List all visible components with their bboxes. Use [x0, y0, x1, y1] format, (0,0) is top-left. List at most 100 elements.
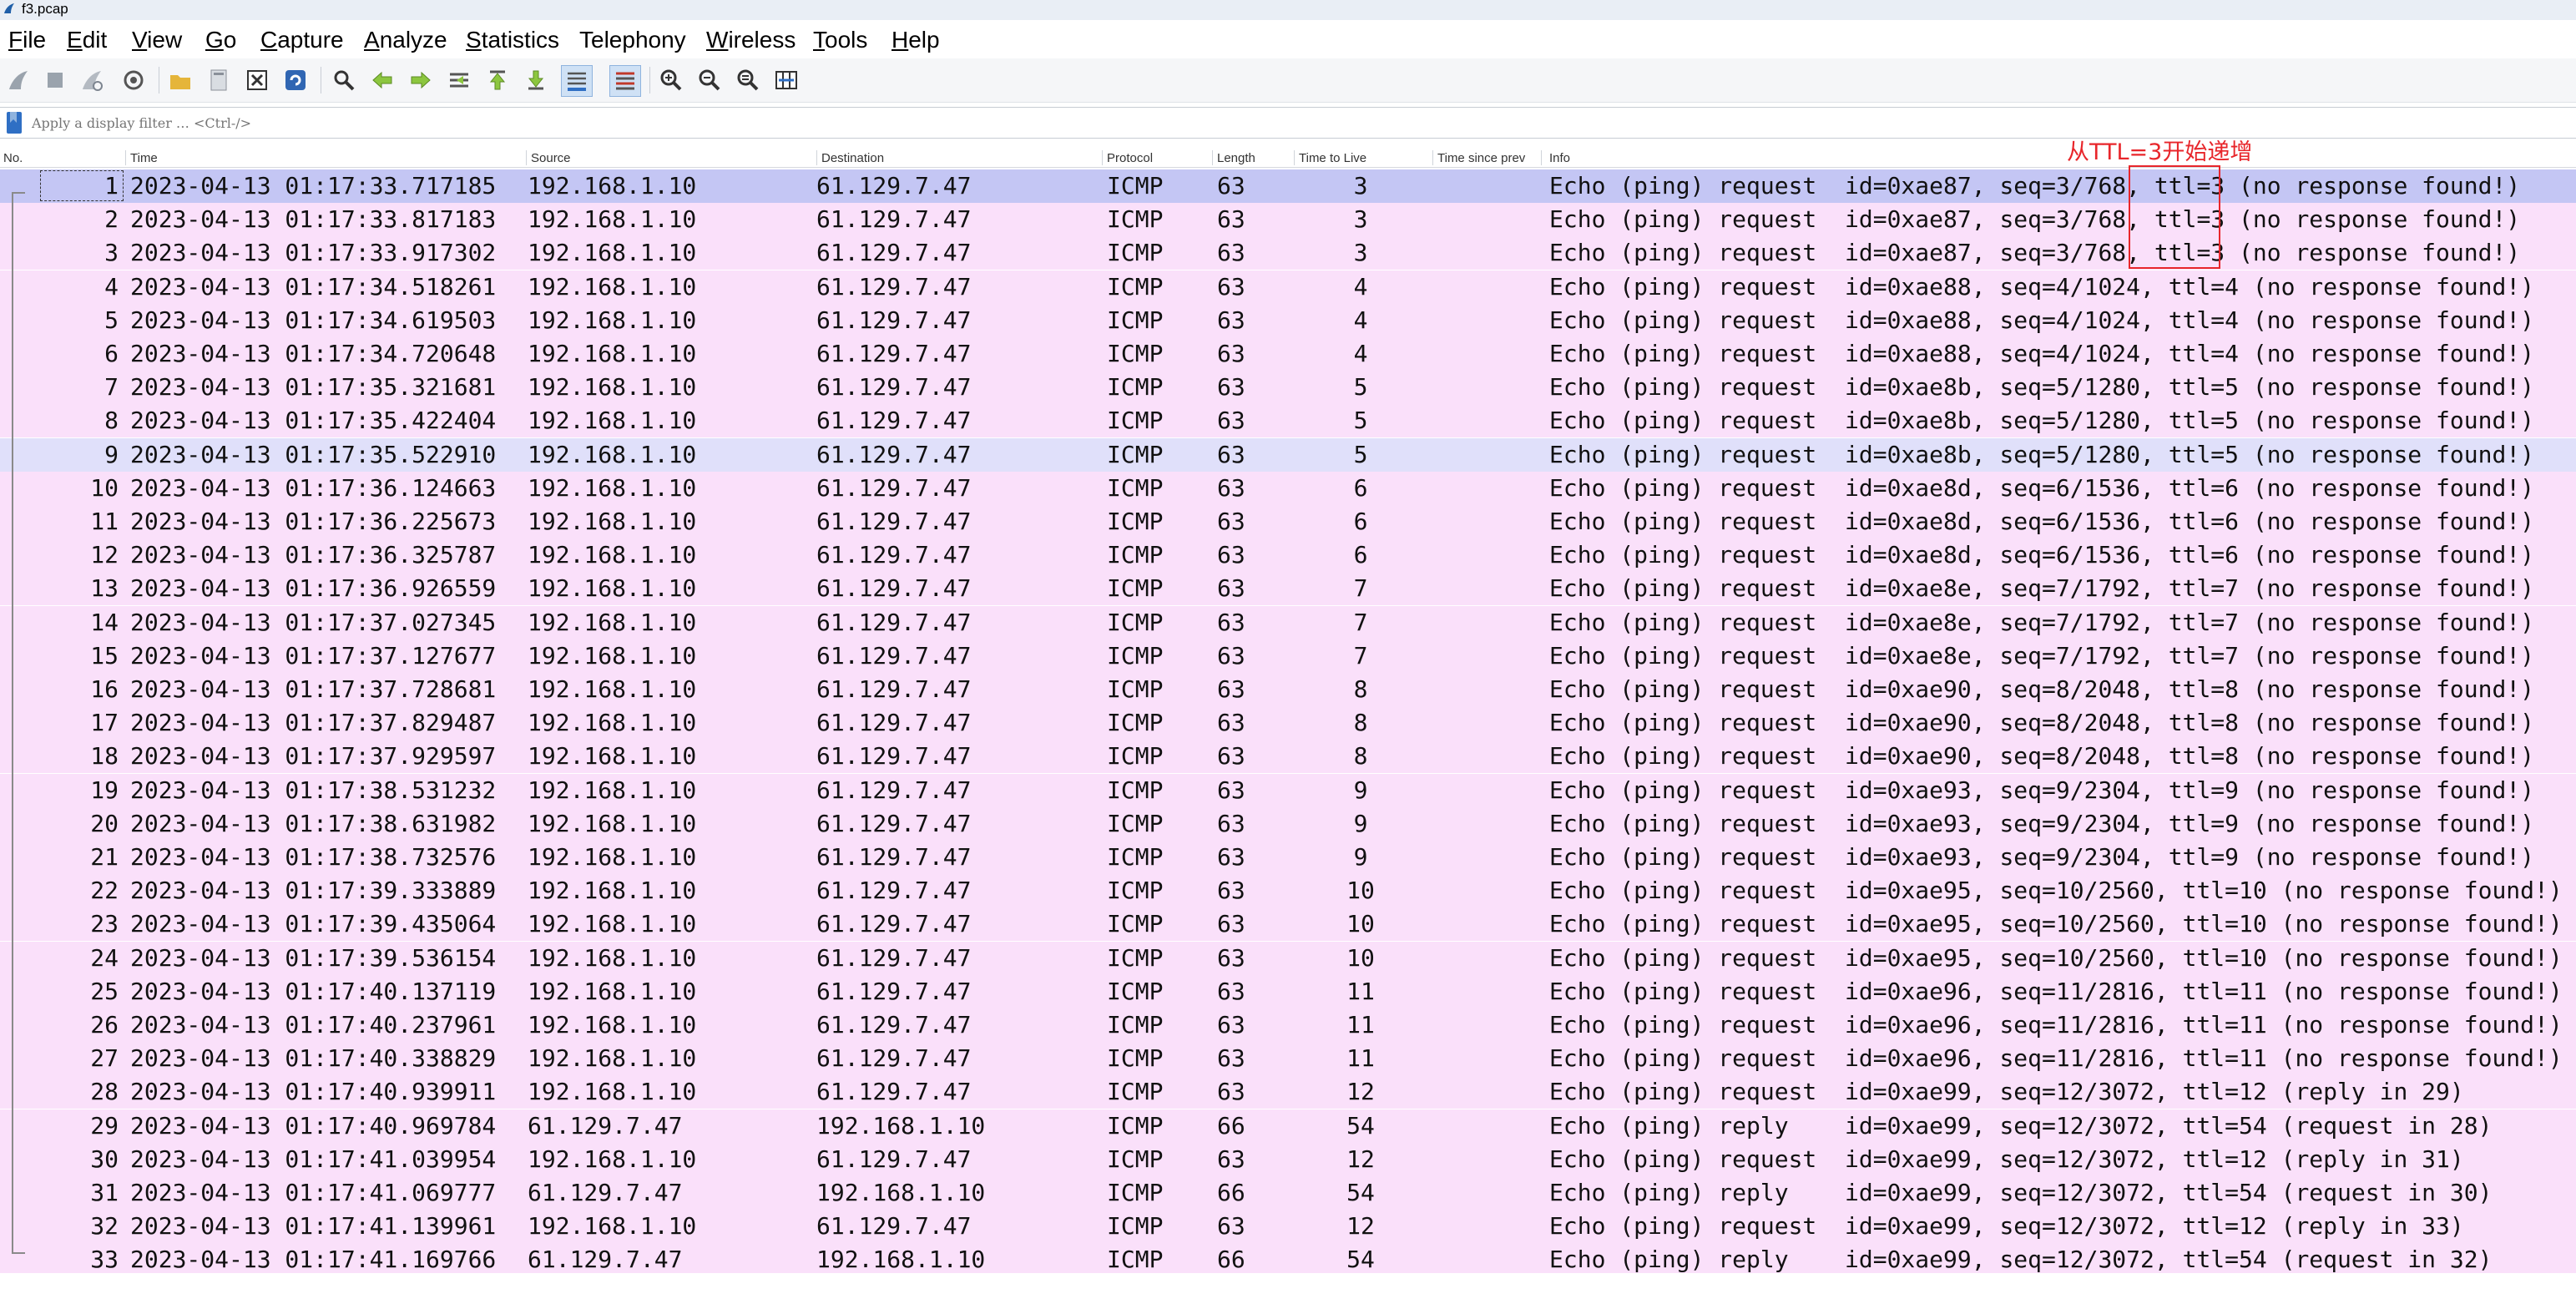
zoom-out-icon[interactable]: [695, 65, 725, 95]
packet-time: 2023-04-13 01:17:40.939911: [130, 1078, 497, 1105]
packet-ttl: 9: [1353, 843, 1368, 871]
start-capture-fin-icon[interactable]: [3, 65, 33, 95]
menu-view[interactable]: View: [132, 27, 182, 53]
packet-row[interactable]: 18 2023-04-13 01:17:37.929597 192.168.1.10…: [0, 740, 2576, 773]
go-forward-arrow-icon[interactable]: [406, 65, 436, 95]
packet-row[interactable]: 23 2023-04-13 01:17:39.435064 192.168.1.10…: [0, 907, 2576, 941]
packet-row[interactable]: 21 2023-04-13 01:17:38.732576 192.168.1.10…: [0, 841, 2576, 874]
save-file-icon[interactable]: [204, 65, 234, 95]
packet-time: 2023-04-13 01:17:39.536154: [130, 944, 497, 972]
menu-telephony[interactable]: Telephony: [579, 27, 686, 53]
packet-number: 6: [104, 340, 119, 367]
packet-row[interactable]: 16 2023-04-13 01:17:37.728681 192.168.1.10…: [0, 673, 2576, 706]
packet-row[interactable]: 25 2023-04-13 01:17:40.137119 192.168.1.10…: [0, 975, 2576, 1008]
packet-row[interactable]: 13 2023-04-13 01:17:36.926559 192.168.1.10…: [0, 572, 2576, 605]
packet-info: Echo (ping) request id=0xae99, seq=12/30…: [1549, 1145, 2464, 1173]
menu-go[interactable]: Go: [205, 27, 236, 53]
packet-row[interactable]: 27 2023-04-13 01:17:40.338829 192.168.1.10…: [0, 1042, 2576, 1075]
column-header-protocol[interactable]: Protocol: [1107, 151, 1207, 165]
packet-row[interactable]: 6 2023-04-13 01:17:34.720648 192.168.1.10 6…: [0, 337, 2576, 371]
packet-row[interactable]: 12 2023-04-13 01:17:36.325787 192.168.1.10…: [0, 538, 2576, 572]
title-bar: f3.pcap: [0, 0, 2576, 20]
column-header-info[interactable]: Info: [1549, 151, 1800, 165]
packet-length: 63: [1217, 944, 1245, 972]
column-header-source[interactable]: Source: [531, 151, 815, 165]
menu-analyze[interactable]: Analyze: [364, 27, 447, 53]
packet-number: 17: [90, 709, 119, 736]
packet-source: 192.168.1.10: [528, 574, 697, 602]
menu-accelerator: S: [466, 27, 482, 53]
packet-info: Echo (ping) request id=0xae90, seq=8/204…: [1549, 675, 2535, 703]
find-packet-search-icon[interactable]: [329, 65, 359, 95]
menu-wireless[interactable]: Wireless: [706, 27, 796, 53]
packet-row[interactable]: 14 2023-04-13 01:17:37.027345 192.168.1.10…: [0, 606, 2576, 639]
menu-edit[interactable]: Edit: [67, 27, 107, 53]
packet-row[interactable]: 15 2023-04-13 01:17:37.127677 192.168.1.10…: [0, 639, 2576, 673]
packet-protocol: ICMP: [1107, 1011, 1164, 1039]
open-file-folder-icon[interactable]: [165, 65, 195, 95]
packet-destination: 192.168.1.10: [816, 1179, 986, 1206]
packet-row[interactable]: 17 2023-04-13 01:17:37.829487 192.168.1.10…: [0, 706, 2576, 740]
packet-row[interactable]: 7 2023-04-13 01:17:35.321681 192.168.1.10 6…: [0, 371, 2576, 404]
reload-file-icon[interactable]: [280, 65, 311, 95]
packet-ttl: 7: [1353, 609, 1368, 636]
packet-time: 2023-04-13 01:17:38.631982: [130, 810, 497, 837]
column-header-ttl[interactable]: Time to Live: [1299, 151, 1432, 165]
first-packet-arrow-icon[interactable]: [482, 65, 513, 95]
packet-destination: 61.129.7.47: [816, 474, 972, 502]
colorize-packet-list-icon[interactable]: [609, 65, 641, 97]
packet-time: 2023-04-13 01:17:40.137119: [130, 978, 497, 1005]
packet-row[interactable]: 33 2023-04-13 01:17:41.169766 61.129.7.47 1…: [0, 1243, 2576, 1276]
stop-capture-icon[interactable]: [40, 65, 70, 95]
column-header-destination[interactable]: Destination: [821, 151, 1105, 165]
packet-row[interactable]: 5 2023-04-13 01:17:34.619503 192.168.1.10 6…: [0, 304, 2576, 337]
packet-row[interactable]: 30 2023-04-13 01:17:41.039954 192.168.1.10…: [0, 1143, 2576, 1176]
packet-row[interactable]: 29 2023-04-13 01:17:40.969784 61.129.7.47 1…: [0, 1109, 2576, 1143]
packet-row[interactable]: 24 2023-04-13 01:17:39.536154 192.168.1.10…: [0, 942, 2576, 975]
packet-row[interactable]: 10 2023-04-13 01:17:36.124663 192.168.1.10…: [0, 472, 2576, 505]
menu-file[interactable]: File: [8, 27, 46, 53]
normal-size-icon[interactable]: [733, 65, 763, 95]
menu-capture[interactable]: Capture: [260, 27, 344, 53]
auto-scroll-icon[interactable]: [561, 65, 593, 97]
last-packet-arrow-icon[interactable]: [521, 65, 551, 95]
packet-row[interactable]: 32 2023-04-13 01:17:41.139961 192.168.1.10…: [0, 1210, 2576, 1243]
packet-row[interactable]: 11 2023-04-13 01:17:36.225673 192.168.1.10…: [0, 505, 2576, 538]
packet-destination: 61.129.7.47: [816, 306, 972, 334]
resize-columns-icon[interactable]: [771, 65, 801, 95]
packet-destination: 192.168.1.10: [816, 1112, 986, 1140]
packet-list: 1 2023-04-13 01:17:33.717185 192.168.1.10 6…: [0, 169, 2576, 1276]
packet-destination: 61.129.7.47: [816, 541, 972, 569]
packet-row[interactable]: 19 2023-04-13 01:17:38.531232 192.168.1.10…: [0, 774, 2576, 807]
filter-bookmark-icon[interactable]: [5, 111, 23, 134]
packet-source: 192.168.1.10: [528, 541, 697, 569]
packet-info: Echo (ping) request id=0xae90, seq=8/204…: [1549, 709, 2535, 736]
menu-accelerator: V: [132, 27, 148, 53]
packet-row[interactable]: 4 2023-04-13 01:17:34.518261 192.168.1.10 6…: [0, 270, 2576, 304]
packet-source: 192.168.1.10: [528, 340, 697, 367]
packet-row[interactable]: 9 2023-04-13 01:17:35.522910 192.168.1.10 6…: [0, 438, 2576, 472]
go-to-packet-icon[interactable]: [444, 65, 474, 95]
column-header-length[interactable]: Length: [1217, 151, 1292, 165]
column-header-time-since-prev[interactable]: Time since prev: [1437, 151, 1538, 165]
restart-capture-icon[interactable]: [77, 65, 107, 95]
packet-destination: 61.129.7.47: [816, 843, 972, 871]
packet-row[interactable]: 8 2023-04-13 01:17:35.422404 192.168.1.10 6…: [0, 404, 2576, 437]
packet-destination: 61.129.7.47: [816, 340, 972, 367]
packet-ttl: 12: [1346, 1145, 1375, 1173]
go-back-arrow-icon[interactable]: [367, 65, 397, 95]
capture-options-gear-icon[interactable]: [119, 65, 149, 95]
display-filter-input[interactable]: [30, 111, 2571, 134]
menu-tools[interactable]: Tools: [813, 27, 867, 53]
menu-statistics[interactable]: Statistics: [466, 27, 559, 53]
column-header-time[interactable]: Time: [130, 151, 523, 165]
packet-row[interactable]: 26 2023-04-13 01:17:40.237961 192.168.1.10…: [0, 1008, 2576, 1042]
zoom-in-icon[interactable]: [656, 65, 686, 95]
column-header-no[interactable]: No.: [3, 151, 120, 165]
menu-help[interactable]: Help: [891, 27, 940, 53]
packet-row[interactable]: 20 2023-04-13 01:17:38.631982 192.168.1.10…: [0, 807, 2576, 841]
close-file-icon[interactable]: [242, 65, 272, 95]
packet-row[interactable]: 31 2023-04-13 01:17:41.069777 61.129.7.47 1…: [0, 1176, 2576, 1210]
packet-row[interactable]: 22 2023-04-13 01:17:39.333889 192.168.1.10…: [0, 874, 2576, 907]
packet-row[interactable]: 28 2023-04-13 01:17:40.939911 192.168.1.10…: [0, 1075, 2576, 1109]
